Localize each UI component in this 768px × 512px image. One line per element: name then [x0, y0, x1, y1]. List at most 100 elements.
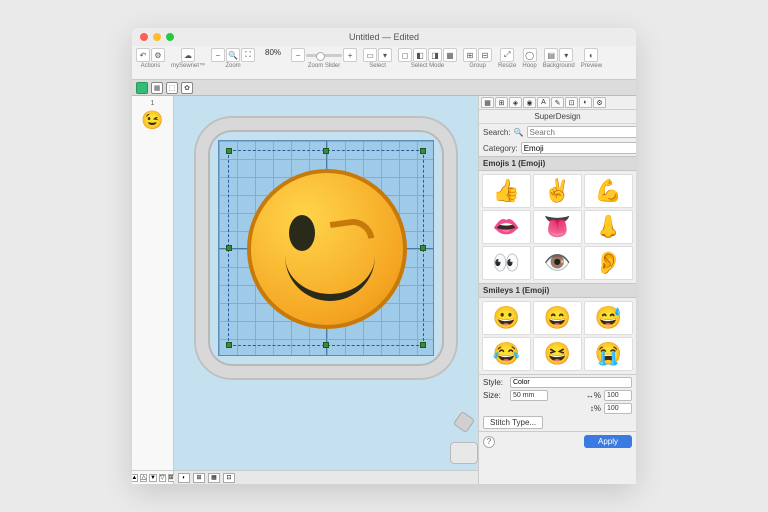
redo-button[interactable]: ⚙	[151, 48, 165, 62]
minimize-icon[interactable]	[153, 33, 161, 41]
help-button[interactable]: ?	[483, 436, 495, 448]
design-thumbnail[interactable]: 1 😉	[137, 100, 169, 133]
canvas-area[interactable]: ◐ ⊞ ▦ ⊡	[174, 96, 478, 484]
handle-r[interactable]	[420, 245, 426, 251]
selmode-2[interactable]: ◧	[413, 48, 427, 62]
emoji-item[interactable]: 👂	[584, 246, 633, 280]
toolbar-bg-label: Background	[543, 63, 575, 69]
ptab-5[interactable]: A	[537, 97, 550, 108]
handle-bl[interactable]	[226, 342, 232, 348]
ptab-1[interactable]: ▦	[481, 97, 494, 108]
height-sym: ↕%	[590, 404, 601, 413]
ungroup-button[interactable]: ⊟	[478, 48, 492, 62]
size-input[interactable]: 50 mm	[510, 390, 548, 401]
category-header-1: Emojis 1 (Emoji)	[479, 156, 636, 171]
cf-2[interactable]: ⊞	[193, 473, 205, 483]
brand-button[interactable]: ☁	[181, 48, 195, 62]
window-controls	[140, 33, 174, 41]
zoom-icon[interactable]	[166, 33, 174, 41]
titlebar: Untitled — Edited	[132, 28, 636, 46]
handle-t[interactable]	[323, 148, 329, 154]
toolbar-hoop-label: Hoop	[522, 63, 536, 69]
category-select[interactable]	[521, 142, 636, 154]
preview-button[interactable]: ◐	[584, 48, 598, 62]
height-pct-input[interactable]: 100	[604, 403, 632, 414]
emoji-item[interactable]: 👁️	[533, 246, 582, 280]
lf-4[interactable]: ▽	[159, 474, 166, 482]
selection-box[interactable]	[228, 150, 424, 346]
emoji-item[interactable]: 👍	[482, 174, 531, 208]
smiley-item[interactable]: 😅	[584, 301, 633, 335]
category-header-2: Smileys 1 (Emoji)	[479, 283, 636, 298]
smiley-item[interactable]: 😆	[533, 337, 582, 371]
style-select[interactable]	[510, 377, 632, 388]
zoom-out-button[interactable]: −	[211, 48, 225, 62]
handle-b[interactable]	[323, 342, 329, 348]
style-label: Style:	[483, 378, 507, 387]
emoji-item[interactable]: 👅	[533, 210, 582, 244]
toolbar-brand-label: mySewnet™	[171, 63, 205, 69]
emoji-grid-2: 😀😄😅 😂😆😭	[479, 298, 636, 374]
zoom-slider[interactable]	[306, 54, 342, 57]
emoji-item[interactable]: 👃	[584, 210, 633, 244]
emoji-item[interactable]: 👀	[482, 246, 531, 280]
search-input[interactable]	[527, 126, 636, 138]
resize-button[interactable]: ⤢	[500, 48, 514, 62]
toolbar-zoomslider-label: Zoom Slider	[308, 63, 340, 69]
zoom-fit-button[interactable]: ⛶	[241, 48, 255, 62]
handle-tr[interactable]	[420, 148, 426, 154]
window-title: Untitled — Edited	[349, 32, 419, 42]
lf-1[interactable]: ▲	[132, 474, 138, 482]
lf-3[interactable]: ▼	[149, 474, 157, 482]
size-label: Size:	[483, 391, 507, 400]
left-footer: ▲ △ ▼ ▽ ⊞	[132, 470, 173, 484]
undo-button[interactable]: ↶	[136, 48, 150, 62]
smiley-item[interactable]: 😂	[482, 337, 531, 371]
smiley-item[interactable]: 😭	[584, 337, 633, 371]
smiley-item[interactable]: 😀	[482, 301, 531, 335]
ptab-2[interactable]: ⊞	[495, 97, 508, 108]
emoji-item[interactable]: 👄	[482, 210, 531, 244]
zoom-plus-button[interactable]: +	[343, 48, 357, 62]
hoop-button[interactable]: ◯	[523, 48, 537, 62]
ptab-8[interactable]: ◐	[579, 97, 592, 108]
cf-4[interactable]: ⊡	[223, 473, 235, 483]
winking-face-design[interactable]	[247, 169, 407, 329]
bg-drop-button[interactable]: ▾	[559, 48, 573, 62]
toolbar: ↶⚙Actions ☁mySewnet™ −🔍⛶Zoom 80% −+Zoom …	[132, 46, 636, 80]
handle-l[interactable]	[226, 245, 232, 251]
ptab-6[interactable]: ✎	[551, 97, 564, 108]
stitch-type-button[interactable]: Stitch Type...	[483, 416, 543, 429]
selmode-1[interactable]: ◻	[398, 48, 412, 62]
ptab-7[interactable]: ⊡	[565, 97, 578, 108]
tab-design[interactable]	[136, 82, 148, 94]
zoom-in-button[interactable]: 🔍	[226, 48, 240, 62]
zoom-minus-button[interactable]: −	[291, 48, 305, 62]
group-button[interactable]: ⊞	[463, 48, 477, 62]
canvas-footer: ◐ ⊞ ▦ ⊡	[174, 470, 478, 484]
lf-2[interactable]: △	[140, 474, 147, 482]
smiley-item[interactable]: 😄	[533, 301, 582, 335]
ptab-4[interactable]: ◉	[523, 97, 536, 108]
tab-4[interactable]: ✿	[181, 82, 193, 94]
apply-button[interactable]: Apply	[584, 435, 632, 448]
select-drop-button[interactable]: ▾	[378, 48, 392, 62]
width-pct-input[interactable]: 100	[604, 390, 632, 401]
selmode-3[interactable]: ◨	[428, 48, 442, 62]
cf-3[interactable]: ▦	[208, 473, 220, 483]
emoji-item[interactable]: 💪	[584, 174, 633, 208]
tab-3[interactable]: ⬚	[166, 82, 178, 94]
emoji-item[interactable]: ✌️	[533, 174, 582, 208]
toolbar-zoom-label: Zoom	[225, 63, 240, 69]
cf-1[interactable]: ◐	[178, 473, 190, 483]
close-icon[interactable]	[140, 33, 148, 41]
thumb-index: 1	[137, 100, 169, 107]
selmode-4[interactable]: ▦	[443, 48, 457, 62]
handle-br[interactable]	[420, 342, 426, 348]
select-rect-button[interactable]: ▭	[363, 48, 377, 62]
tab-2[interactable]: ▦	[151, 82, 163, 94]
handle-tl[interactable]	[226, 148, 232, 154]
ptab-9[interactable]: ⚙	[593, 97, 606, 108]
ptab-3[interactable]: ◈	[509, 97, 522, 108]
bg-button[interactable]: ▤	[544, 48, 558, 62]
